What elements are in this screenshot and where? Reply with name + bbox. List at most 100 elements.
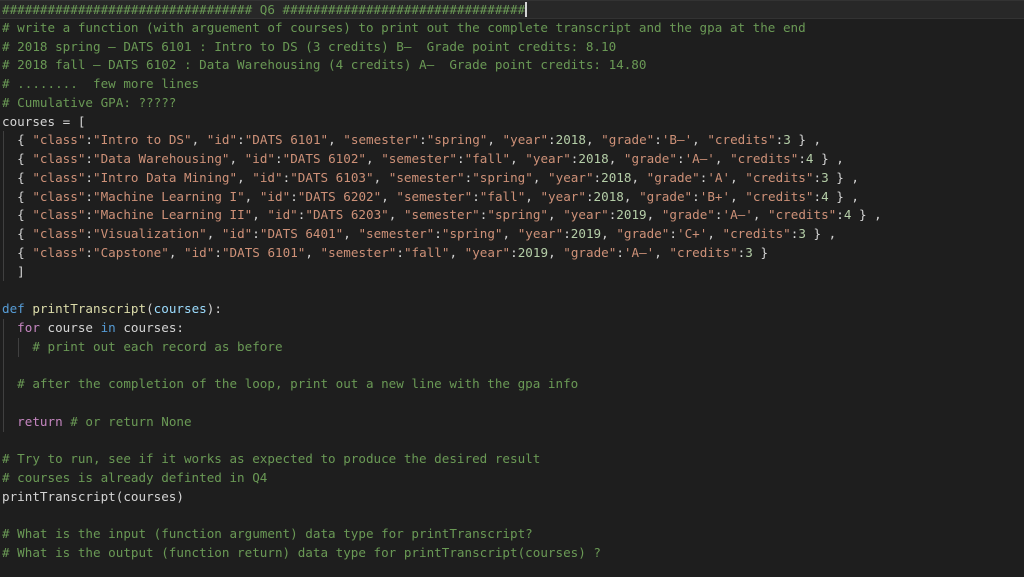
code-token-str: "Intro Data Mining"	[93, 169, 238, 185]
code-line[interactable]: { "class":"Capstone", "id":"DATS 6101", …	[0, 243, 1024, 263]
code-token-punc: {	[2, 169, 33, 185]
code-line[interactable]: # What is the output (function return) d…	[0, 544, 1024, 563]
code-line[interactable]: # 2018 spring — DATS 6101 : Intro to DS …	[0, 38, 1024, 57]
indent-guide	[3, 319, 4, 338]
code-token-punc: :	[510, 244, 518, 260]
code-token-str: "Capstone"	[93, 244, 169, 260]
code-line[interactable]: # write a function (with arguement of co…	[0, 19, 1024, 38]
code-token-punc: :	[813, 169, 822, 185]
code-token-plain: printTranscript	[2, 488, 116, 504]
code-line[interactable]: # Cumulative GPA: ?????	[0, 94, 1024, 113]
code-token-punc: ,	[646, 207, 662, 223]
code-token-str: "semester"	[396, 188, 473, 204]
code-token-num: 2018	[578, 151, 609, 167]
code-token-punc: } ,	[828, 188, 860, 204]
code-line[interactable]	[0, 507, 1024, 526]
code-token-cmt: # write a function (with arguement of co…	[2, 19, 806, 35]
code-line[interactable]: ################################# Q6 ###…	[0, 0, 1024, 19]
code-line[interactable]: # after the completion of the loop, prin…	[0, 375, 1024, 395]
code-line[interactable]: { "class":"Machine Learning I", "id":"DA…	[0, 187, 1024, 207]
code-token-punc: ,	[191, 132, 207, 148]
code-line[interactable]: # print out each record as before	[0, 337, 1024, 357]
indent-guide	[3, 150, 4, 169]
code-token-punc: ,	[730, 169, 746, 185]
code-token-str: 'B+'	[699, 188, 731, 204]
code-line[interactable]	[0, 432, 1024, 451]
code-line[interactable]	[0, 356, 1024, 376]
code-token-str: "spring"	[472, 169, 533, 185]
code-token-str: "credits"	[768, 207, 837, 223]
code-token-str: "year"	[502, 132, 549, 148]
code-token-punc: :	[563, 226, 571, 242]
code-token-punc: :	[585, 188, 594, 204]
code-token-str: "DATS 6202"	[297, 188, 382, 204]
code-token-str: "semester"	[343, 132, 420, 148]
code-token-num: 2019	[517, 244, 549, 260]
code-token-punc: :	[593, 169, 602, 185]
code-token-punc: {	[2, 244, 33, 260]
code-line[interactable]: { "class":"Machine Learning II", "id":"D…	[0, 206, 1024, 226]
code-line[interactable]: { "class":"Intro to DS", "id":"DATS 6101…	[0, 131, 1024, 151]
code-token-str: "class"	[32, 188, 86, 204]
code-token-punc: :	[676, 151, 685, 167]
code-token-num: 4	[821, 188, 829, 204]
code-line[interactable]	[0, 281, 1024, 300]
code-line[interactable]: return # or return None	[0, 412, 1024, 432]
code-line[interactable]: { "class":"Intro Data Mining", "id":"DAT…	[0, 168, 1024, 188]
code-token-str: 'A—'	[623, 244, 655, 260]
code-token-punc: ,	[608, 151, 624, 167]
indent-guide	[3, 262, 4, 282]
code-token-num: 2018	[555, 132, 586, 148]
code-token-str: "DATS 6203"	[305, 207, 389, 223]
code-token-punc: ,	[714, 151, 731, 167]
code-token-cmt: # ........ few more lines	[2, 76, 200, 92]
code-token-punc: } ,	[813, 151, 844, 167]
code-token-str: 'A—'	[684, 151, 715, 167]
code-line[interactable]: # ........ few more lines	[0, 75, 1024, 94]
code-line[interactable]: courses = [	[0, 113, 1024, 132]
text-cursor	[525, 2, 528, 17]
code-token-str: "grade"	[623, 151, 677, 167]
code-line[interactable]: { "class":"Data Warehousing", "id":"DATS…	[0, 150, 1024, 169]
code-line[interactable]: # Try to run, see if it works as expecte…	[0, 450, 1024, 469]
code-token-punc: :	[85, 151, 94, 167]
code-line[interactable]: def printTranscript(courses):	[0, 300, 1024, 319]
code-token-str: 'C+'	[676, 226, 708, 242]
code-token-str: "class"	[32, 207, 86, 223]
code-token-str: "year"	[563, 207, 609, 223]
code-token-punc: :	[457, 151, 465, 167]
indent-guide	[3, 394, 4, 413]
code-line[interactable]: for course in courses:	[0, 319, 1024, 338]
code-token-str: "grade"	[601, 132, 655, 148]
code-token-cmt: # Cumulative GPA: ?????	[2, 94, 177, 110]
code-token-str: "credits"	[707, 132, 776, 148]
code-line[interactable]: { "class":"Visualization", "id":"DATS 64…	[0, 225, 1024, 244]
code-token-str: "year"	[464, 244, 511, 260]
code-token-punc: :	[85, 226, 94, 242]
code-token-punc: :	[237, 132, 245, 148]
code-editor-surface[interactable]: ################################# Q6 ###…	[0, 0, 1024, 577]
code-token-punc: } ,	[790, 132, 822, 148]
code-line[interactable]	[0, 394, 1024, 413]
code-token-str: "year"	[525, 151, 571, 167]
code-token-str: "credits"	[745, 169, 814, 185]
code-token-punc: {	[2, 188, 33, 204]
code-token-str: "semester"	[381, 151, 458, 167]
code-line[interactable]: # 2018 fall — DATS 6102 : Data Warehousi…	[0, 56, 1024, 75]
code-token-str: "semester"	[358, 226, 435, 242]
code-token-punc: ,	[328, 132, 344, 148]
code-token-punc: :	[396, 244, 404, 260]
code-token-punc: ,	[373, 169, 389, 185]
code-token-str: "class"	[32, 169, 86, 185]
code-line[interactable]: printTranscript(courses)	[0, 488, 1024, 507]
code-token-str: "Intro to DS"	[93, 132, 192, 148]
code-line[interactable]: # What is the input (function argument) …	[0, 525, 1024, 544]
code-token-str: "DATS 6401"	[259, 226, 344, 242]
code-token-punc: ,	[631, 169, 647, 185]
code-token-kw: def	[2, 301, 25, 317]
code-line[interactable]: # courses is already definted in Q4	[0, 469, 1024, 488]
code-token-punc: ,	[585, 132, 602, 148]
code-token-punc: ,	[532, 169, 549, 185]
code-line[interactable]: ]	[0, 262, 1024, 282]
